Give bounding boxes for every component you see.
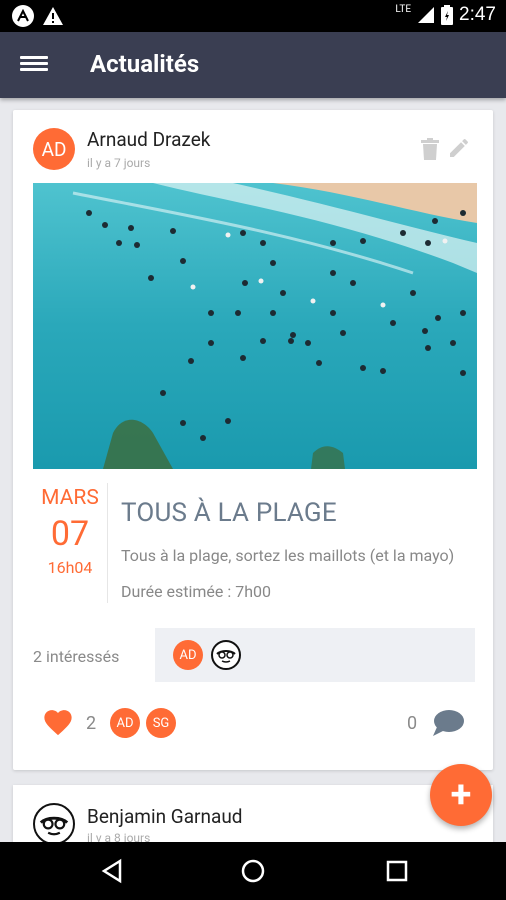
battery-icon: [441, 5, 454, 25]
notification-icons: [12, 5, 64, 27]
post-time: il y a 7 jours: [87, 156, 151, 170]
app-bar: Actualités: [0, 32, 506, 98]
add-post-button[interactable]: +: [430, 764, 492, 826]
page-title: Actualités: [90, 50, 200, 78]
liker-avatar[interactable]: SG: [146, 708, 176, 738]
face-avatar-icon[interactable]: [211, 640, 241, 670]
edit-icon[interactable]: [447, 136, 471, 160]
menu-icon[interactable]: [20, 53, 48, 77]
status-bar: LTE 2:47: [0, 0, 506, 32]
delete-icon[interactable]: [421, 138, 439, 160]
liker-avatar[interactable]: AD: [110, 708, 140, 738]
comment-icon[interactable]: [431, 708, 465, 738]
interested-list[interactable]: AD: [155, 628, 475, 682]
event-date: MARS 07 16h04: [33, 483, 108, 603]
plus-icon: +: [450, 773, 472, 817]
author-name[interactable]: Benjamin Garnaud: [87, 805, 243, 828]
interested-avatar[interactable]: AD: [173, 640, 203, 670]
event-day: 07: [50, 514, 90, 554]
event-time: 16h04: [47, 558, 93, 577]
home-icon[interactable]: [240, 858, 266, 884]
warning-icon: [43, 7, 63, 25]
clock: 2:47: [459, 4, 496, 25]
back-icon[interactable]: [100, 858, 126, 884]
recents-icon[interactable]: [384, 858, 410, 884]
interested-count: 2 intéressés: [33, 647, 120, 666]
event-photo: [33, 183, 477, 469]
event-description: Tous à la plage, sortez les maillots (et…: [121, 546, 455, 565]
likes-count: 2: [86, 713, 97, 734]
signal-icon: [418, 7, 435, 23]
face-avatar-icon[interactable]: [33, 803, 75, 845]
author-avatar[interactable]: AD: [33, 128, 75, 170]
post-card: AD Arnaud Drazek il y a 7 jours MARS 07 …: [13, 110, 493, 770]
heart-icon[interactable]: [41, 706, 75, 736]
event-duration: Durée estimée : 7h00: [121, 582, 271, 601]
network-type: LTE: [395, 3, 412, 15]
comments-count: 0: [407, 713, 418, 734]
author-name[interactable]: Arnaud Drazek: [87, 128, 210, 151]
event-title[interactable]: TOUS À LA PLAGE: [121, 498, 337, 528]
event-month: MARS: [41, 486, 99, 510]
system-nav-bar: [0, 842, 506, 900]
app-notification-icon: [12, 5, 34, 27]
